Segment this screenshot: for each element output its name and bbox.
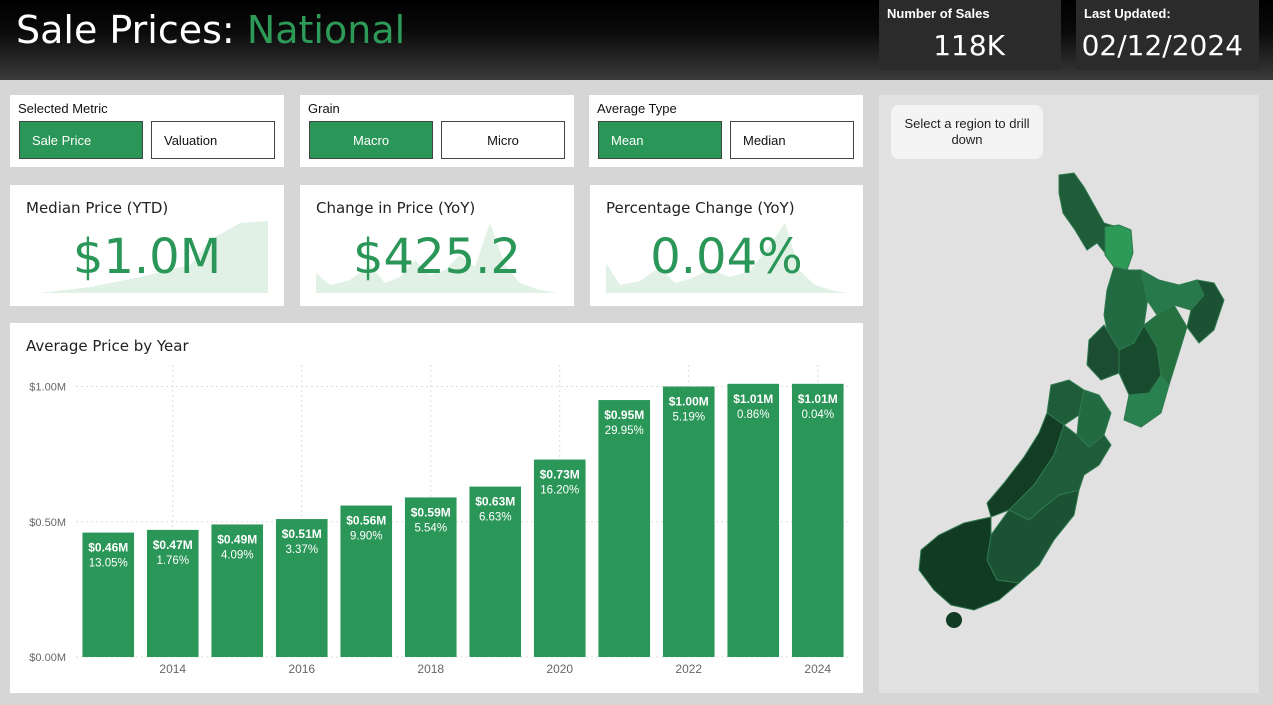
bar-pct-label: 0.86% [737,409,770,421]
bar-pct-label: 13.05% [89,558,128,570]
bar-pct-label: 29.95% [605,425,644,437]
bar [598,400,651,657]
last-updated-label: Last Updated: [1084,6,1171,21]
bar-pct-label: 1.76% [156,555,189,567]
option-macro[interactable]: Macro [309,121,433,159]
bar-value-label: $0.56M [346,514,386,528]
x-tick-label: 2014 [159,662,186,676]
average-price-chart-card: Average Price by Year $0.00M $0.50M $1.00M… [10,323,863,693]
option-median[interactable]: Median [730,121,854,159]
percentage-change-card: Percentage Change (YoY) 0.04% [590,185,863,306]
island-stewart [946,612,962,628]
bar-value-label: $0.47M [153,538,193,552]
bar [727,383,780,657]
change-in-price-card: Change in Price (YoY) $425.2 [300,185,574,306]
region-auckland [1104,224,1134,271]
bar-value-label: $0.46M [88,541,128,555]
kpi-label: Median Price (YTD) [26,199,169,217]
title-region: National [246,8,406,52]
bar-pct-label: 0.04% [801,409,834,421]
title-prefix: Sale Prices: [16,8,247,52]
bar-pct-label: 16.20% [540,485,579,497]
number-of-sales-label: Number of Sales [887,6,990,21]
bar-pct-label: 5.54% [414,522,447,534]
bar-value-label: $0.63M [475,495,515,509]
x-tick-label: 2022 [675,662,702,676]
last-updated-value: 02/12/2024 [1081,29,1243,62]
selected-metric-slicer: Selected Metric Sale Price Valuation [10,95,284,167]
option-valuation[interactable]: Valuation [151,121,275,159]
bar-value-label: $1.01M [798,392,838,406]
y-tick-label: $0.00M [29,652,66,664]
bar-value-label: $0.59M [411,505,451,519]
kpi-value: 0.04% [650,229,803,285]
bar [404,497,457,657]
kpi-label: Percentage Change (YoY) [606,199,795,217]
average-type-slicer: Average Type Mean Median [589,95,863,167]
x-tick-label: 2018 [417,662,444,676]
last-updated-card: Last Updated: 02/12/2024 [1076,0,1259,70]
bar-pct-label: 9.90% [350,531,383,543]
bar-pct-label: 4.09% [221,549,254,561]
y-tick-label: $0.50M [29,517,66,529]
option-micro[interactable]: Micro [441,121,565,159]
x-tick-label: 2020 [546,662,573,676]
number-of-sales-card: Number of Sales 118K [879,0,1061,70]
new-zealand-map[interactable] [879,95,1259,693]
slicer-label: Grain [308,101,340,116]
page-title: Sale Prices: National [16,8,405,52]
bar-pct-label: 5.19% [672,412,705,424]
x-tick-label: 2024 [804,662,831,676]
region-map-card: Select a region to drill down [879,95,1259,693]
bar-value-label: $1.00M [669,395,709,409]
number-of-sales-value: 118K [933,29,1005,62]
bar-value-label: $0.95M [604,408,644,422]
x-tick-label: 2016 [288,662,315,676]
bar-value-label: $1.01M [733,392,773,406]
kpi-value: $1.0M [72,229,222,285]
bar-value-label: $0.73M [540,468,580,482]
bar-pct-label: 6.63% [479,512,512,524]
slicer-label: Average Type [597,101,677,116]
kpi-label: Change in Price (YoY) [316,199,476,217]
grain-slicer: Grain Macro Micro [300,95,574,167]
bar [662,386,715,657]
bar [791,383,844,657]
bar-value-label: $0.51M [282,527,322,541]
slicer-label: Selected Metric [18,101,108,116]
option-mean[interactable]: Mean [598,121,722,159]
y-tick-label: $1.00M [29,382,66,394]
median-price-card: Median Price (YTD) $1.0M [10,185,284,306]
kpi-value: $425.2 [353,229,521,285]
average-price-bar-chart: $0.00M $0.50M $1.00M 2014 2016 2018 2020 2022 20… [29,365,850,676]
bar-value-label: $0.49M [217,532,257,546]
bar [340,505,393,657]
bar-pct-label: 3.37% [285,544,318,556]
option-sale-price[interactable]: Sale Price [19,121,143,159]
